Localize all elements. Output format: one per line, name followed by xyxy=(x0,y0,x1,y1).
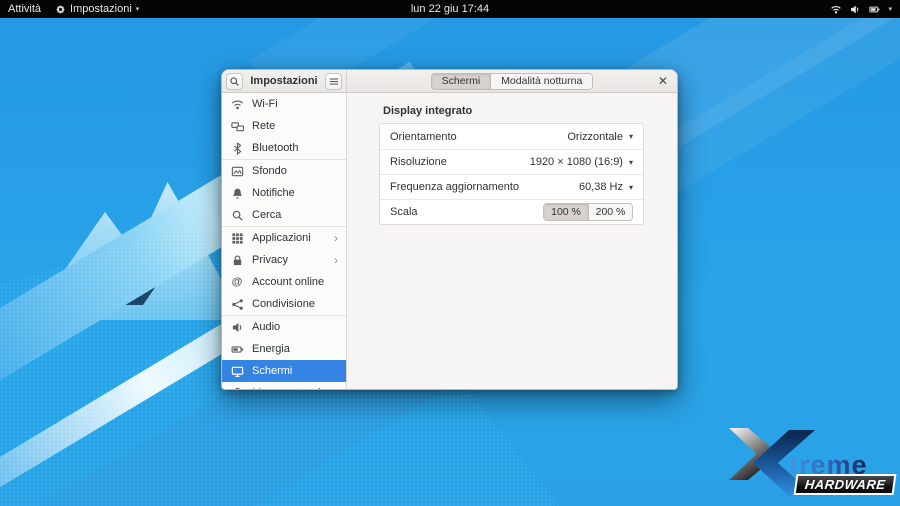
bluetooth-icon xyxy=(230,142,244,155)
xtreme-hardware-watermark: treme HARDWARE xyxy=(729,426,897,498)
hamburger-menu-icon xyxy=(329,77,339,86)
sidebar-item-notifiche[interactable]: Notifiche xyxy=(222,182,346,204)
sidebar-item-audio[interactable]: Audio xyxy=(222,316,346,338)
refresh-rate-row[interactable]: Frequenza aggiornamento 60,38 Hz ▾ xyxy=(380,174,643,199)
scale-200-button[interactable]: 200 % xyxy=(588,204,632,220)
sidebar-item-label: Audio xyxy=(252,321,338,333)
sidebar-item-wifi[interactable]: Wi-Fi xyxy=(222,93,346,115)
sidebar-item-applicazioni[interactable]: Applicazioni › xyxy=(222,227,346,249)
sidebar-item-rete[interactable]: Rete xyxy=(222,115,346,137)
speaker-icon xyxy=(230,321,244,334)
sidebar-item-cerca[interactable]: Cerca xyxy=(222,204,346,226)
sidebar-item-label: Rete xyxy=(252,120,338,132)
orientation-dropdown[interactable]: Orizzontale ▾ xyxy=(567,131,633,143)
main-header: Schermi Modalità notturna ✕ xyxy=(347,70,677,92)
sidebar-item-condivisione[interactable]: Condivisione xyxy=(222,293,346,315)
sidebar-item-label: Condivisione xyxy=(252,298,338,310)
chevron-down-icon: ▾ xyxy=(629,158,633,167)
search-button[interactable] xyxy=(226,73,243,90)
sidebar-item-account-online[interactable]: @ Account online xyxy=(222,271,346,293)
refresh-rate-dropdown[interactable]: 60,38 Hz ▾ xyxy=(579,181,633,193)
sidebar-item-label: Schermi xyxy=(252,365,338,377)
wifi-icon xyxy=(830,4,842,15)
search-icon xyxy=(229,76,240,87)
display-settings-panel: Display integrato Orientamento Orizzonta… xyxy=(347,93,677,390)
scale-row: Scala 100 % 200 % xyxy=(380,199,643,224)
close-button[interactable]: ✕ xyxy=(658,70,668,92)
desktop: treme HARDWARE Attività Impostazioni ▾ l… xyxy=(0,0,900,506)
system-status-area[interactable]: ▾ xyxy=(830,4,900,15)
tab-schermi[interactable]: Schermi xyxy=(432,74,491,89)
sidebar-item-label: Wi-Fi xyxy=(252,98,338,110)
logo-hardware-bar: HARDWARE xyxy=(794,474,897,495)
sidebar-item-label: Bluetooth xyxy=(252,142,338,154)
settings-window: Impostazioni Schermi Modalità notturna ✕ xyxy=(221,69,678,390)
scale-100-button[interactable]: 100 % xyxy=(544,204,588,220)
apps-grid-icon xyxy=(230,232,244,245)
battery-icon xyxy=(230,343,244,356)
orientation-row[interactable]: Orientamento Orizzontale ▾ xyxy=(380,124,643,149)
monitor-icon xyxy=(230,365,244,378)
sidebar-item-bluetooth[interactable]: Bluetooth xyxy=(222,137,346,159)
sidebar-item-label: Account online xyxy=(252,276,338,288)
view-switcher: Schermi Modalità notturna xyxy=(431,73,594,90)
dropdown-value: Orizzontale xyxy=(567,131,623,143)
lock-icon xyxy=(230,254,244,267)
row-label: Frequenza aggiornamento xyxy=(390,181,579,193)
settings-sidebar: Wi-Fi Rete xyxy=(222,93,347,390)
sidebar-item-label: Mouse e touchpad xyxy=(252,387,338,390)
sidebar-item-schermi[interactable]: Schermi xyxy=(222,360,346,382)
chevron-down-icon: ▾ xyxy=(629,132,633,141)
sidebar-item-label: Energia xyxy=(252,343,338,355)
wifi-icon xyxy=(230,98,244,111)
gear-icon xyxy=(55,4,66,15)
scale-segmented-control: 100 % 200 % xyxy=(543,203,633,221)
sidebar-item-energia[interactable]: Energia xyxy=(222,338,346,360)
battery-icon xyxy=(868,4,881,15)
display-settings-card: Orientamento Orizzontale ▾ Risoluzione 1… xyxy=(379,123,644,225)
tab-modalita-notturna[interactable]: Modalità notturna xyxy=(490,74,592,89)
chevron-right-icon: › xyxy=(334,232,338,244)
share-icon xyxy=(230,298,244,311)
chevron-down-icon: ▾ xyxy=(629,183,633,192)
sidebar-item-mouse-e-touchpad[interactable]: Mouse e touchpad xyxy=(222,382,346,390)
sidebar-item-privacy[interactable]: Privacy › xyxy=(222,249,346,271)
resolution-row[interactable]: Risoluzione 1920 × 1080 (16:9) ▾ xyxy=(380,149,643,174)
dropdown-value: 1920 × 1080 (16:9) xyxy=(530,156,623,168)
at-icon: @ xyxy=(230,277,244,288)
sidebar-item-label: Applicazioni xyxy=(252,232,326,244)
sidebar-item-label: Cerca xyxy=(252,209,338,221)
hamburger-menu-button[interactable] xyxy=(325,73,342,90)
sidebar-item-label: Privacy xyxy=(252,254,326,266)
sidebar-header: Impostazioni xyxy=(222,70,347,92)
close-icon: ✕ xyxy=(658,74,668,88)
bell-icon xyxy=(230,187,244,200)
row-label: Orientamento xyxy=(390,131,567,143)
network-icon xyxy=(230,120,244,133)
chevron-down-icon: ▾ xyxy=(136,6,140,13)
row-label: Scala xyxy=(390,206,543,218)
volume-icon xyxy=(849,4,861,15)
resolution-dropdown[interactable]: 1920 × 1080 (16:9) ▾ xyxy=(530,156,633,168)
logo-hardware-text: HARDWARE xyxy=(804,478,886,491)
sidebar-item-sfondo[interactable]: Sfondo xyxy=(222,160,346,182)
search-icon xyxy=(230,209,244,222)
gnome-top-bar: Attività Impostazioni ▾ lun 22 giu 17:44 xyxy=(0,0,900,18)
dropdown-value: 60,38 Hz xyxy=(579,181,623,193)
chevron-right-icon: › xyxy=(334,254,338,266)
chevron-down-icon: ▾ xyxy=(888,6,892,13)
background-icon xyxy=(230,165,244,178)
titlebar[interactable]: Impostazioni Schermi Modalità notturna ✕ xyxy=(222,70,677,93)
activities-button[interactable]: Attività xyxy=(8,3,41,15)
window-title: Impostazioni xyxy=(243,75,325,87)
section-title: Display integrato xyxy=(383,105,472,117)
mouse-icon xyxy=(230,387,244,391)
sidebar-item-label: Notifiche xyxy=(252,187,338,199)
app-menu-button[interactable]: Impostazioni ▾ xyxy=(55,3,139,15)
row-label: Risoluzione xyxy=(390,156,530,168)
app-menu-label: Impostazioni xyxy=(70,3,132,15)
sidebar-item-label: Sfondo xyxy=(252,165,338,177)
